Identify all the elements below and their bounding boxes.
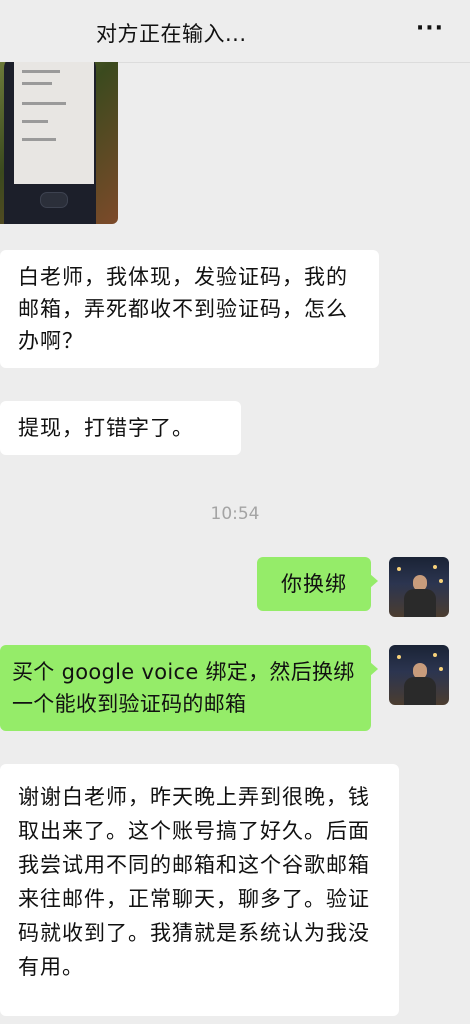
message-bubble-sent[interactable]: 买个 google voice 绑定，然后换绑一个能收到验证码的邮箱 [0, 645, 378, 731]
my-avatar[interactable] [389, 645, 449, 705]
message-text: 买个 google voice 绑定，然后换绑一个能收到验证码的邮箱 [12, 660, 355, 716]
message-bubble-received[interactable]: 提现，打错字了。 [0, 401, 241, 455]
phone-image [4, 62, 96, 224]
message-text: 提现，打错字了。 [18, 416, 194, 440]
message-text: 你换绑 [281, 572, 347, 596]
message-bubble-sent[interactable]: 你换绑 [257, 557, 378, 611]
message-text: 白老师，我体现，发验证码，我的邮箱，弄死都收不到验证码，怎么办啊？ [18, 265, 348, 353]
chat-header: 对方正在输入... ··· [0, 0, 470, 63]
message-bubble-received[interactable]: 白老师，我体现，发验证码，我的邮箱，弄死都收不到验证码，怎么办啊？ [0, 250, 379, 368]
message-bubble-received[interactable]: 谢谢白老师，昨天晚上弄到很晚，钱取出来了。这个账号搞了好久。后面我尝试用不同的邮… [0, 764, 399, 1016]
timestamp: 10:54 [210, 504, 260, 524]
chat-title: 对方正在输入... [96, 22, 247, 46]
message-text: 谢谢白老师，昨天晚上弄到很晚，钱取出来了。这个账号搞了好久。后面我尝试用不同的邮… [18, 785, 370, 979]
more-options-icon[interactable]: ··· [416, 16, 444, 41]
my-avatar[interactable] [389, 557, 449, 617]
image-message[interactable] [0, 62, 118, 224]
